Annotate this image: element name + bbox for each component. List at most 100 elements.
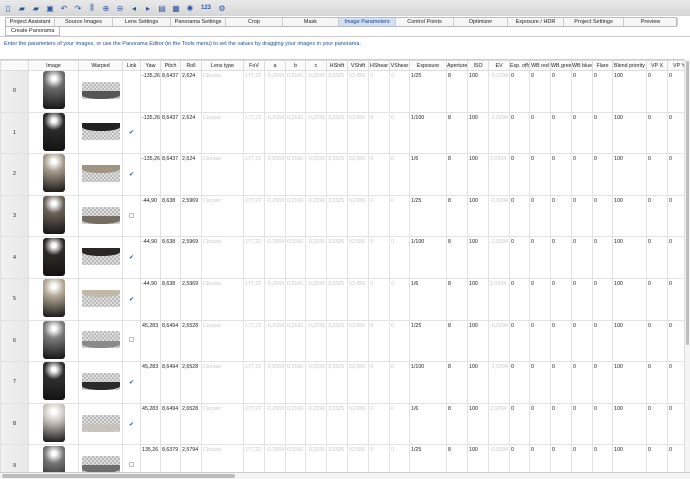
column-header-wb-green[interactable]: WB green	[550, 60, 572, 71]
column-header-image[interactable]: Image	[28, 60, 79, 71]
exposure-cell[interactable]: 1/25	[409, 194, 447, 238]
numbers-icon[interactable]: 123	[199, 3, 213, 13]
vertical-scrollbar[interactable]	[684, 59, 690, 472]
pitch-cell[interactable]: 8,6437	[160, 111, 181, 155]
pitch-cell[interactable]: 8,6437	[160, 153, 181, 196]
blend-priority-cell[interactable]: 100	[612, 361, 647, 404]
iso-cell[interactable]: 100	[467, 444, 489, 472]
wb-green-cell[interactable]: 0	[550, 361, 572, 404]
wb-blue-cell[interactable]: 0	[571, 402, 593, 446]
exp-offset-cell[interactable]: 0	[509, 361, 530, 404]
flare-cell[interactable]: 0	[592, 402, 613, 446]
wb-green-cell[interactable]: 0	[550, 319, 572, 363]
hshift-cell[interactable]: 3,3325	[326, 194, 348, 238]
column-header-a[interactable]: a	[264, 60, 286, 71]
wb-red-cell[interactable]: 0	[529, 194, 551, 238]
link-cell[interactable]: ✔	[122, 277, 141, 321]
wb-blue-cell[interactable]: 0	[571, 361, 593, 404]
flare-cell[interactable]: 0	[592, 361, 613, 404]
b-cell[interactable]: 0,3166	[285, 277, 306, 321]
pitch-cell[interactable]: 8,6437	[160, 70, 181, 113]
ev-cell[interactable]: 2,0294	[488, 277, 510, 321]
roll-cell[interactable]: 2,5794	[180, 444, 202, 472]
vp-x-cell[interactable]: 0	[646, 277, 668, 321]
wb-red-cell[interactable]: 0	[529, 402, 551, 446]
column-header-fov[interactable]: FoV	[243, 60, 265, 71]
tab-image-parameters[interactable]: Image Parameters	[339, 18, 396, 26]
link-cell[interactable]: ✔	[122, 236, 141, 279]
vshift-cell[interactable]: 52,656	[347, 319, 369, 363]
hshift-cell[interactable]: 3,3325	[326, 319, 348, 363]
exposure-cell[interactable]: 1/100	[409, 236, 447, 279]
iso-cell[interactable]: 100	[467, 194, 489, 238]
fov-cell[interactable]: 177,22	[243, 444, 265, 472]
aperture-cell[interactable]: 8	[446, 402, 468, 446]
link-cell[interactable]: ✔	[122, 361, 141, 404]
save-icon[interactable]: ▣	[45, 3, 55, 13]
link-checkbox[interactable]: ✔	[129, 172, 134, 178]
row-number[interactable]: 1	[0, 111, 29, 155]
vshear-cell[interactable]: 0	[389, 444, 410, 472]
link-cell[interactable]	[122, 444, 141, 472]
iso-cell[interactable]: 100	[467, 277, 489, 321]
fov-cell[interactable]: 177,22	[243, 153, 265, 196]
c-cell[interactable]: -0,2199	[305, 153, 327, 196]
column-header-c[interactable]: c	[305, 60, 327, 71]
vshift-cell[interactable]: 52,656	[347, 361, 369, 404]
hshift-cell[interactable]: 3,3325	[326, 444, 348, 472]
tab-panorama-settings[interactable]: Panorama Settings	[171, 18, 226, 26]
tab-project-settings[interactable]: Project Settings	[564, 18, 624, 26]
vp-x-cell[interactable]: 0	[646, 111, 668, 155]
yaw-cell[interactable]: 45,283	[140, 402, 161, 446]
hshift-cell[interactable]: 3,3325	[326, 402, 348, 446]
column-header-b[interactable]: b	[285, 60, 306, 71]
tab-optimizer[interactable]: Optimizer	[454, 18, 508, 26]
wb-blue-cell[interactable]: 0	[571, 444, 593, 472]
row-number[interactable]: 5	[0, 277, 29, 321]
hshift-cell[interactable]: 3,3325	[326, 277, 348, 321]
hshear-cell[interactable]: 0	[368, 194, 390, 238]
yaw-cell[interactable]: -44,90	[140, 236, 161, 279]
hshift-cell[interactable]: 3,3325	[326, 111, 348, 155]
wb-red-cell[interactable]: 0	[529, 361, 551, 404]
flare-cell[interactable]: 0	[592, 236, 613, 279]
exposure-cell[interactable]: 1/6	[409, 153, 447, 196]
exposure-cell[interactable]: 1/100	[409, 361, 447, 404]
column-header-vp-y[interactable]: VP Y	[667, 60, 684, 71]
exposure-cell[interactable]: 1/6	[409, 402, 447, 446]
a-cell[interactable]: -0,2569	[264, 70, 286, 113]
b-cell[interactable]: 0,3166	[285, 361, 306, 404]
hshift-cell[interactable]: 3,3325	[326, 153, 348, 196]
vshift-cell[interactable]: 52,656	[347, 153, 369, 196]
hshear-cell[interactable]: 0	[368, 111, 390, 155]
link-checkbox[interactable]: ✔	[129, 255, 134, 261]
fast-preview-icon[interactable]: ▦	[171, 3, 181, 13]
fov-cell[interactable]: 177,22	[243, 319, 265, 363]
column-header-iso[interactable]: ISO	[467, 60, 489, 71]
ev-cell[interactable]: 2,0294	[488, 153, 510, 196]
aperture-cell[interactable]: 8	[446, 277, 468, 321]
horizontal-scroll-thumb[interactable]	[2, 474, 235, 478]
ev-cell[interactable]: -0,0294	[488, 319, 510, 363]
lens-type-cell[interactable]: Circular	[201, 444, 244, 472]
column-header-hshear[interactable]: HShear	[368, 60, 390, 71]
vp-x-cell[interactable]: 0	[646, 153, 668, 196]
table-row[interactable]: 0 -135,26 8,6437 2,624 Circular 177,22 -0,2569…	[0, 70, 684, 113]
tab-mask[interactable]: Mask	[283, 18, 339, 26]
row-number[interactable]: 9	[0, 444, 29, 472]
iso-cell[interactable]: 100	[467, 361, 489, 404]
yaw-cell[interactable]: 45,283	[140, 319, 161, 363]
tab-create-panorama[interactable]: Create Panorama	[5, 27, 61, 36]
vshear-cell[interactable]: 0	[389, 277, 410, 321]
ev-cell[interactable]: -2,0294	[488, 361, 510, 404]
vp-y-cell[interactable]: 0	[667, 277, 684, 321]
iso-cell[interactable]: 100	[467, 111, 489, 155]
aperture-cell[interactable]: 8	[446, 361, 468, 404]
hshear-cell[interactable]: 0	[368, 153, 390, 196]
exp-offset-cell[interactable]: 0	[509, 402, 530, 446]
pitch-cell[interactable]: 8,6494	[160, 361, 181, 404]
hshear-cell[interactable]: 0	[368, 319, 390, 363]
link-cell[interactable]	[122, 70, 141, 113]
ev-cell[interactable]: -2,0294	[488, 111, 510, 155]
vshift-cell[interactable]: 52,656	[347, 444, 369, 472]
